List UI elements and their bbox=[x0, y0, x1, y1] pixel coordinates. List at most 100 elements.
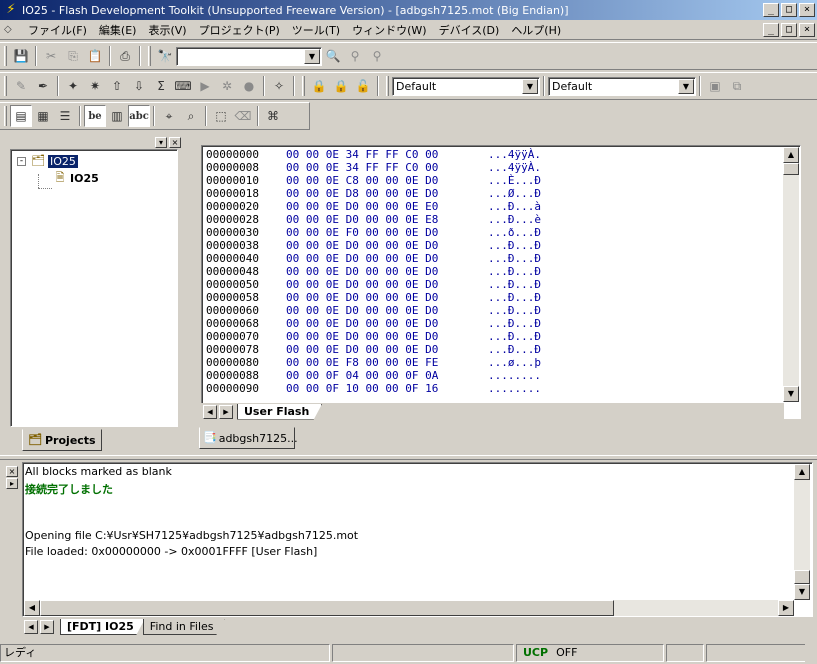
memory-row[interactable]: 00000000 00 00 0E 34 FF FF C0 00 ...4ÿÿÀ. bbox=[206, 148, 541, 161]
download-icon[interactable]: ⇩ bbox=[128, 75, 150, 97]
window-icon[interactable]: ▣ bbox=[704, 75, 726, 97]
long-view-icon[interactable]: ☰ bbox=[54, 105, 76, 127]
memory-row[interactable]: 00000088 00 00 0F 04 00 00 0F 0A........ bbox=[206, 369, 541, 382]
memory-hex-bytes[interactable]: 00 00 0F 10 00 00 0F 16 bbox=[286, 382, 488, 395]
memory-row[interactable]: 00000090 00 00 0F 10 00 00 0F 16........ bbox=[206, 382, 541, 395]
minimize-button[interactable]: _ bbox=[763, 3, 779, 17]
memory-hex-bytes[interactable]: 00 00 0E D0 00 00 0E D0 bbox=[286, 239, 488, 252]
memory-row[interactable]: 00000068 00 00 0E D0 00 00 0E D0 ...Ð...Ð bbox=[206, 317, 541, 330]
memory-hex-bytes[interactable]: 00 00 0E D0 00 00 0E D0 bbox=[286, 304, 488, 317]
find-icon[interactable]: 🔭 bbox=[154, 45, 176, 67]
toolbar-grip[interactable] bbox=[4, 106, 7, 126]
memory-hex-bytes[interactable]: 00 00 0E 34 FF FF C0 00 bbox=[286, 148, 488, 161]
document-system-icon[interactable]: ◇ bbox=[4, 24, 20, 35]
toolbar-grip[interactable] bbox=[148, 46, 151, 66]
find-in-files-icon[interactable]: 🔍 bbox=[322, 45, 344, 67]
memory-hex-bytes[interactable]: 00 00 0E 34 FF FF C0 00 bbox=[286, 161, 488, 174]
scroll-right-arrow-icon[interactable]: ▶ bbox=[778, 600, 794, 616]
memory-row[interactable]: 00000038 00 00 0E D0 00 00 0E D0 ...Ð...Ð bbox=[206, 239, 541, 252]
tab-find-in-files[interactable]: Find in Files bbox=[142, 619, 225, 635]
column-view-icon[interactable]: ▥ bbox=[106, 105, 128, 127]
run-icon[interactable]: ▶ bbox=[194, 75, 216, 97]
chevron-down-icon[interactable]: ▼ bbox=[522, 78, 538, 94]
memory-row[interactable]: 00000060 00 00 0E D0 00 00 0E D0 ...Ð...Ð bbox=[206, 304, 541, 317]
menu-window[interactable]: ウィンドウ(W) bbox=[346, 22, 432, 38]
memory-row[interactable]: 00000070 00 00 0E D0 00 00 0E D0 ...Ð...Ð bbox=[206, 330, 541, 343]
editor-vertical-scrollbar[interactable]: ▲ ▼ bbox=[783, 147, 799, 402]
output-vertical-scrollbar[interactable]: ▲ ▼ bbox=[794, 464, 810, 600]
mdi-close-button[interactable]: × bbox=[799, 23, 815, 37]
chevron-down-icon[interactable]: ▼ bbox=[304, 48, 320, 64]
maximize-button[interactable]: □ bbox=[781, 3, 797, 17]
menu-view[interactable]: 表示(V) bbox=[142, 22, 192, 38]
tab-user-flash[interactable]: User Flash bbox=[237, 403, 323, 420]
output-horizontal-scrollbar[interactable]: ◀ ▶ bbox=[24, 600, 794, 616]
scroll-thumb[interactable] bbox=[40, 600, 614, 616]
lock-query-icon[interactable]: 🔒 bbox=[330, 75, 352, 97]
program-icon[interactable]: ⌨ bbox=[172, 75, 194, 97]
tab-scroll-right-icon[interactable]: ▶ bbox=[219, 404, 233, 419]
scroll-down-arrow-icon[interactable]: ▼ bbox=[783, 386, 799, 402]
menu-edit[interactable]: 編集(E) bbox=[93, 22, 143, 38]
pane-menu-icon[interactable]: ▸ bbox=[6, 478, 18, 489]
tab-scroll-left-icon[interactable]: ◀ bbox=[203, 404, 217, 419]
pane-close-icon[interactable]: × bbox=[6, 466, 18, 477]
tab-fdt-output[interactable]: [FDT] IO25 bbox=[60, 619, 145, 635]
memory-hex-bytes[interactable]: 00 00 0E D0 00 00 0E D0 bbox=[286, 252, 488, 265]
scroll-thumb[interactable] bbox=[794, 570, 810, 584]
window-arrow-icon[interactable]: ⧉ bbox=[726, 75, 748, 97]
tab-scroll-left-icon[interactable]: ◀ bbox=[24, 620, 38, 634]
scroll-left-arrow-icon[interactable]: ◀ bbox=[24, 600, 40, 616]
goto-address-icon[interactable]: ⌘ bbox=[262, 105, 284, 127]
pane-menu-icon[interactable]: ▾ bbox=[155, 136, 167, 148]
blank-check-icon[interactable]: ✷ bbox=[84, 75, 106, 97]
mdi-restore-button[interactable]: □ bbox=[781, 23, 797, 37]
search-memory-icon[interactable]: ⌕ bbox=[180, 105, 202, 127]
toolbar-grip[interactable] bbox=[386, 76, 389, 96]
memory-row[interactable]: 00000028 00 00 0E D0 00 00 0E E8 ...Ð...è bbox=[206, 213, 541, 226]
tree-item-workspace[interactable]: - 🗂 IO25 bbox=[17, 153, 78, 169]
memory-hex-bytes[interactable]: 00 00 0E D0 00 00 0E D0 bbox=[286, 317, 488, 330]
close-button[interactable]: × bbox=[799, 3, 815, 17]
settings-icon[interactable]: ✲ bbox=[216, 75, 238, 97]
stop-icon[interactable]: ● bbox=[238, 75, 260, 97]
memory-hex-bytes[interactable]: 00 00 0F 04 00 00 0F 0A bbox=[286, 369, 488, 382]
save-icon[interactable]: 💾 bbox=[10, 45, 32, 67]
scroll-up-arrow-icon[interactable]: ▲ bbox=[794, 464, 810, 480]
memory-hex-bytes[interactable]: 00 00 0E D0 00 00 0E D0 bbox=[286, 265, 488, 278]
fill-icon[interactable]: ⌖ bbox=[158, 105, 180, 127]
menu-help[interactable]: ヘルプ(H) bbox=[505, 22, 567, 38]
upload-icon[interactable]: ⇧ bbox=[106, 75, 128, 97]
scroll-up-arrow-icon[interactable]: ▲ bbox=[783, 147, 799, 163]
memory-hex-bytes[interactable]: 00 00 0E D8 00 00 0E D0 bbox=[286, 187, 488, 200]
memory-hex-bytes[interactable]: 00 00 0E F8 00 00 0E FE bbox=[286, 356, 488, 369]
memory-row[interactable]: 00000008 00 00 0E 34 FF FF C0 00 ...4ÿÿÀ. bbox=[206, 161, 541, 174]
find-prev-icon[interactable]: ⚲ bbox=[366, 45, 388, 67]
lightning-app-icon[interactable]: ⚡ bbox=[3, 2, 19, 18]
scroll-thumb[interactable] bbox=[783, 163, 799, 175]
big-endian-button[interactable]: be bbox=[84, 105, 106, 127]
cut-icon[interactable]: ✂ bbox=[40, 45, 62, 67]
memory-row[interactable]: 00000050 00 00 0E D0 00 00 0E D0 ...Ð...Ð bbox=[206, 278, 541, 291]
config-combo-1[interactable]: Default ▼ bbox=[392, 76, 540, 96]
memory-hex-bytes[interactable]: 00 00 0E F0 00 00 0E D0 bbox=[286, 226, 488, 239]
paste-icon[interactable]: 📋 bbox=[84, 45, 106, 67]
menu-device[interactable]: デバイス(D) bbox=[433, 22, 506, 38]
toolbar-grip[interactable] bbox=[302, 76, 305, 96]
find-combo[interactable]: ▼ bbox=[176, 46, 322, 66]
eraser-icon[interactable]: ⌫ bbox=[232, 105, 254, 127]
pane-close-icon[interactable]: × bbox=[169, 136, 181, 148]
memory-row[interactable]: 00000048 00 00 0E D0 00 00 0E D0 ...Ð...Ð bbox=[206, 265, 541, 278]
memory-row[interactable]: 00000040 00 00 0E D0 00 00 0E D0 ...Ð...Ð bbox=[206, 252, 541, 265]
unlock-icon[interactable]: 🔓 bbox=[352, 75, 374, 97]
tab-document[interactable]: 📑 adbgsh7125... bbox=[199, 427, 298, 449]
memory-row[interactable]: 00000080 00 00 0E F8 00 00 0E FE ...ø...þ bbox=[206, 356, 541, 369]
memory-hex-bytes[interactable]: 00 00 0E D0 00 00 0E E8 bbox=[286, 213, 488, 226]
mdi-minimize-button[interactable]: _ bbox=[763, 23, 779, 37]
toolbar-grip[interactable] bbox=[4, 46, 7, 66]
toolbar-grip[interactable] bbox=[4, 76, 7, 96]
disconnect-icon[interactable]: ✒ bbox=[32, 75, 54, 97]
memory-row[interactable]: 00000020 00 00 0E D0 00 00 0E E0 ...Ð...à bbox=[206, 200, 541, 213]
collapse-icon[interactable]: - bbox=[17, 156, 26, 166]
scroll-down-arrow-icon[interactable]: ▼ bbox=[794, 584, 810, 600]
